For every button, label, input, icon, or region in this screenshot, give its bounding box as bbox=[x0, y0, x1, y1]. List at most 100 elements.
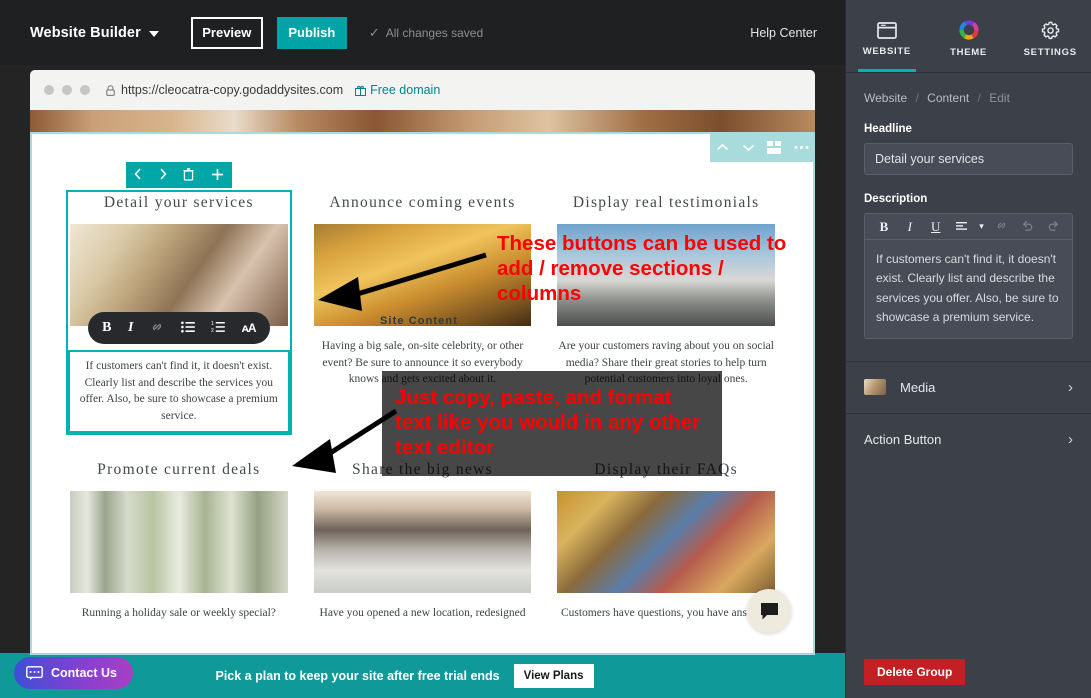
breadcrumb-content[interactable]: Content bbox=[927, 91, 969, 105]
description-textarea[interactable]: If customers can't find it, it doesn't e… bbox=[865, 240, 1072, 338]
description-label: Description bbox=[864, 193, 928, 205]
move-section-down-icon[interactable] bbox=[742, 143, 755, 152]
move-column-left-icon[interactable] bbox=[134, 168, 142, 182]
site-preview-frame: https://cleocatra-copy.godaddysites.com … bbox=[30, 70, 815, 655]
editor-canvas: https://cleocatra-copy.godaddysites.com … bbox=[0, 65, 845, 655]
tab-theme-label: THEME bbox=[950, 47, 987, 58]
chevron-down-icon bbox=[148, 30, 159, 37]
column-text[interactable]: Customers have questions, you have answe… bbox=[557, 605, 775, 622]
publish-button[interactable]: Publish bbox=[276, 16, 347, 49]
breadcrumb-website[interactable]: Website bbox=[864, 91, 907, 105]
tab-website-label: WEBSITE bbox=[862, 45, 911, 57]
url-text: https://cleocatra-copy.godaddysites.com bbox=[121, 83, 344, 97]
svg-text:2: 2 bbox=[211, 328, 214, 333]
content-row: Promote current deals Running a holiday … bbox=[70, 460, 776, 622]
lock-icon bbox=[106, 84, 115, 96]
chat-widget-button[interactable] bbox=[747, 589, 791, 633]
move-section-up-icon[interactable] bbox=[716, 143, 729, 152]
italic-icon[interactable]: I bbox=[128, 321, 133, 335]
column-toolbar bbox=[125, 162, 232, 188]
panel-tab-bar: WEBSITE THEME SETTINGS bbox=[846, 0, 1091, 72]
brand-menu[interactable]: Website Builder bbox=[30, 25, 159, 41]
website-panel-icon bbox=[876, 21, 897, 39]
column-image[interactable] bbox=[313, 224, 532, 326]
column-title: Display their FAQs bbox=[594, 460, 739, 478]
save-status: ✓ All changes saved bbox=[369, 25, 483, 41]
align-dropdown-icon[interactable]: ▾ bbox=[975, 222, 989, 231]
column-text[interactable]: Are your customers raving about you on s… bbox=[557, 338, 775, 388]
column-text-selected[interactable]: If customers can't find it, it doesn't e… bbox=[68, 350, 290, 433]
section-layout-icon[interactable] bbox=[767, 140, 782, 154]
free-domain-link[interactable]: Free domain bbox=[355, 83, 440, 97]
view-plans-button[interactable]: View Plans bbox=[513, 663, 594, 688]
column-image[interactable] bbox=[557, 490, 776, 593]
media-thumbnail bbox=[864, 379, 886, 396]
gear-icon bbox=[1041, 21, 1059, 39]
preview-button[interactable]: Preview bbox=[190, 16, 263, 49]
tab-settings[interactable]: SETTINGS bbox=[1009, 0, 1091, 72]
link-icon[interactable] bbox=[988, 219, 1014, 234]
redo-icon[interactable] bbox=[1040, 220, 1066, 233]
trial-message: Pick a plan to keep your site after free… bbox=[215, 668, 500, 683]
headline-label: Headline bbox=[864, 123, 912, 135]
description-format-toolbar: B I U ▾ bbox=[865, 214, 1072, 240]
contact-chat-icon bbox=[26, 665, 43, 680]
content-row: Detail your services B I 1 2 ᴀA If custo… bbox=[66, 162, 776, 435]
move-column-right-icon[interactable] bbox=[159, 168, 167, 182]
tab-theme[interactable]: THEME bbox=[928, 0, 1010, 72]
breadcrumb: Website / Content / Edit bbox=[864, 91, 1073, 105]
column-text[interactable]: Running a holiday sale or weekly special… bbox=[70, 605, 288, 622]
numbered-list-icon[interactable]: 1 2 bbox=[211, 321, 226, 335]
media-row[interactable]: Media › bbox=[846, 360, 1091, 413]
window-control-dots bbox=[44, 85, 90, 95]
hero-banner-image bbox=[30, 110, 815, 132]
add-column-icon[interactable] bbox=[211, 168, 224, 183]
column-title: Announce coming events bbox=[329, 194, 516, 211]
delete-group-button[interactable]: Delete Group bbox=[864, 659, 966, 685]
section-more-icon[interactable] bbox=[794, 145, 809, 150]
delete-column-icon[interactable] bbox=[183, 167, 194, 183]
tab-website[interactable]: WEBSITE bbox=[846, 0, 928, 72]
column-image[interactable] bbox=[70, 224, 288, 326]
chevron-right-icon: › bbox=[1068, 430, 1073, 448]
maximize-dot-icon bbox=[80, 85, 90, 95]
content-column[interactable]: Display their FAQs Customers have questi… bbox=[557, 460, 776, 622]
help-center-link[interactable]: Help Center bbox=[750, 26, 817, 40]
content-grid: Detail your services B I 1 2 ᴀA If custo… bbox=[30, 162, 815, 622]
column-text[interactable]: Have you opened a new location, redesign… bbox=[314, 605, 532, 622]
content-column[interactable]: Promote current deals Running a holiday … bbox=[70, 461, 288, 622]
column-title: Promote current deals bbox=[97, 460, 261, 478]
content-column[interactable]: Announce coming events Having a big sale… bbox=[313, 194, 532, 431]
top-toolbar: Website Builder Preview Publish ✓ All ch… bbox=[0, 0, 845, 65]
panel-content: Website / Content / Edit Headline Descri… bbox=[846, 72, 1091, 339]
contact-us-button[interactable]: Contact Us bbox=[14, 657, 133, 689]
action-button-row[interactable]: Action Button › bbox=[846, 412, 1091, 465]
brand-label: Website Builder bbox=[30, 24, 141, 41]
column-text[interactable]: Having a big sale, on-site celebrity, or… bbox=[314, 338, 532, 388]
column-image[interactable] bbox=[70, 490, 288, 593]
close-dot-icon bbox=[44, 85, 54, 95]
content-column-selected[interactable]: Detail your services B I 1 2 ᴀA If custo… bbox=[66, 162, 292, 435]
font-size-icon[interactable]: ᴀA bbox=[242, 322, 257, 334]
content-column[interactable]: Display real testimonials Are your custo… bbox=[557, 194, 776, 431]
address-bar[interactable]: https://cleocatra-copy.godaddysites.com bbox=[106, 83, 343, 97]
minimize-dot-icon bbox=[62, 85, 72, 95]
breadcrumb-current: Edit bbox=[989, 91, 1010, 105]
italic-icon[interactable]: I bbox=[897, 220, 923, 233]
chevron-right-icon: › bbox=[1068, 378, 1073, 396]
link-icon[interactable] bbox=[150, 320, 164, 336]
undo-icon[interactable] bbox=[1014, 220, 1040, 233]
bullet-list-icon[interactable] bbox=[180, 321, 195, 335]
trial-message-group: Pick a plan to keep your site after free… bbox=[215, 663, 594, 688]
column-image[interactable] bbox=[557, 224, 776, 326]
align-icon[interactable] bbox=[949, 221, 975, 233]
content-column[interactable]: Share the big news Have you opened a new… bbox=[313, 461, 532, 622]
section-toolbar bbox=[710, 132, 815, 162]
headline-input[interactable] bbox=[864, 143, 1073, 175]
column-title: Detail your services bbox=[103, 194, 254, 211]
svg-text:1: 1 bbox=[211, 321, 214, 327]
column-image[interactable] bbox=[313, 490, 532, 593]
bold-icon[interactable]: B bbox=[871, 220, 897, 233]
underline-icon[interactable]: U bbox=[923, 220, 949, 233]
bold-icon[interactable]: B bbox=[102, 321, 111, 335]
